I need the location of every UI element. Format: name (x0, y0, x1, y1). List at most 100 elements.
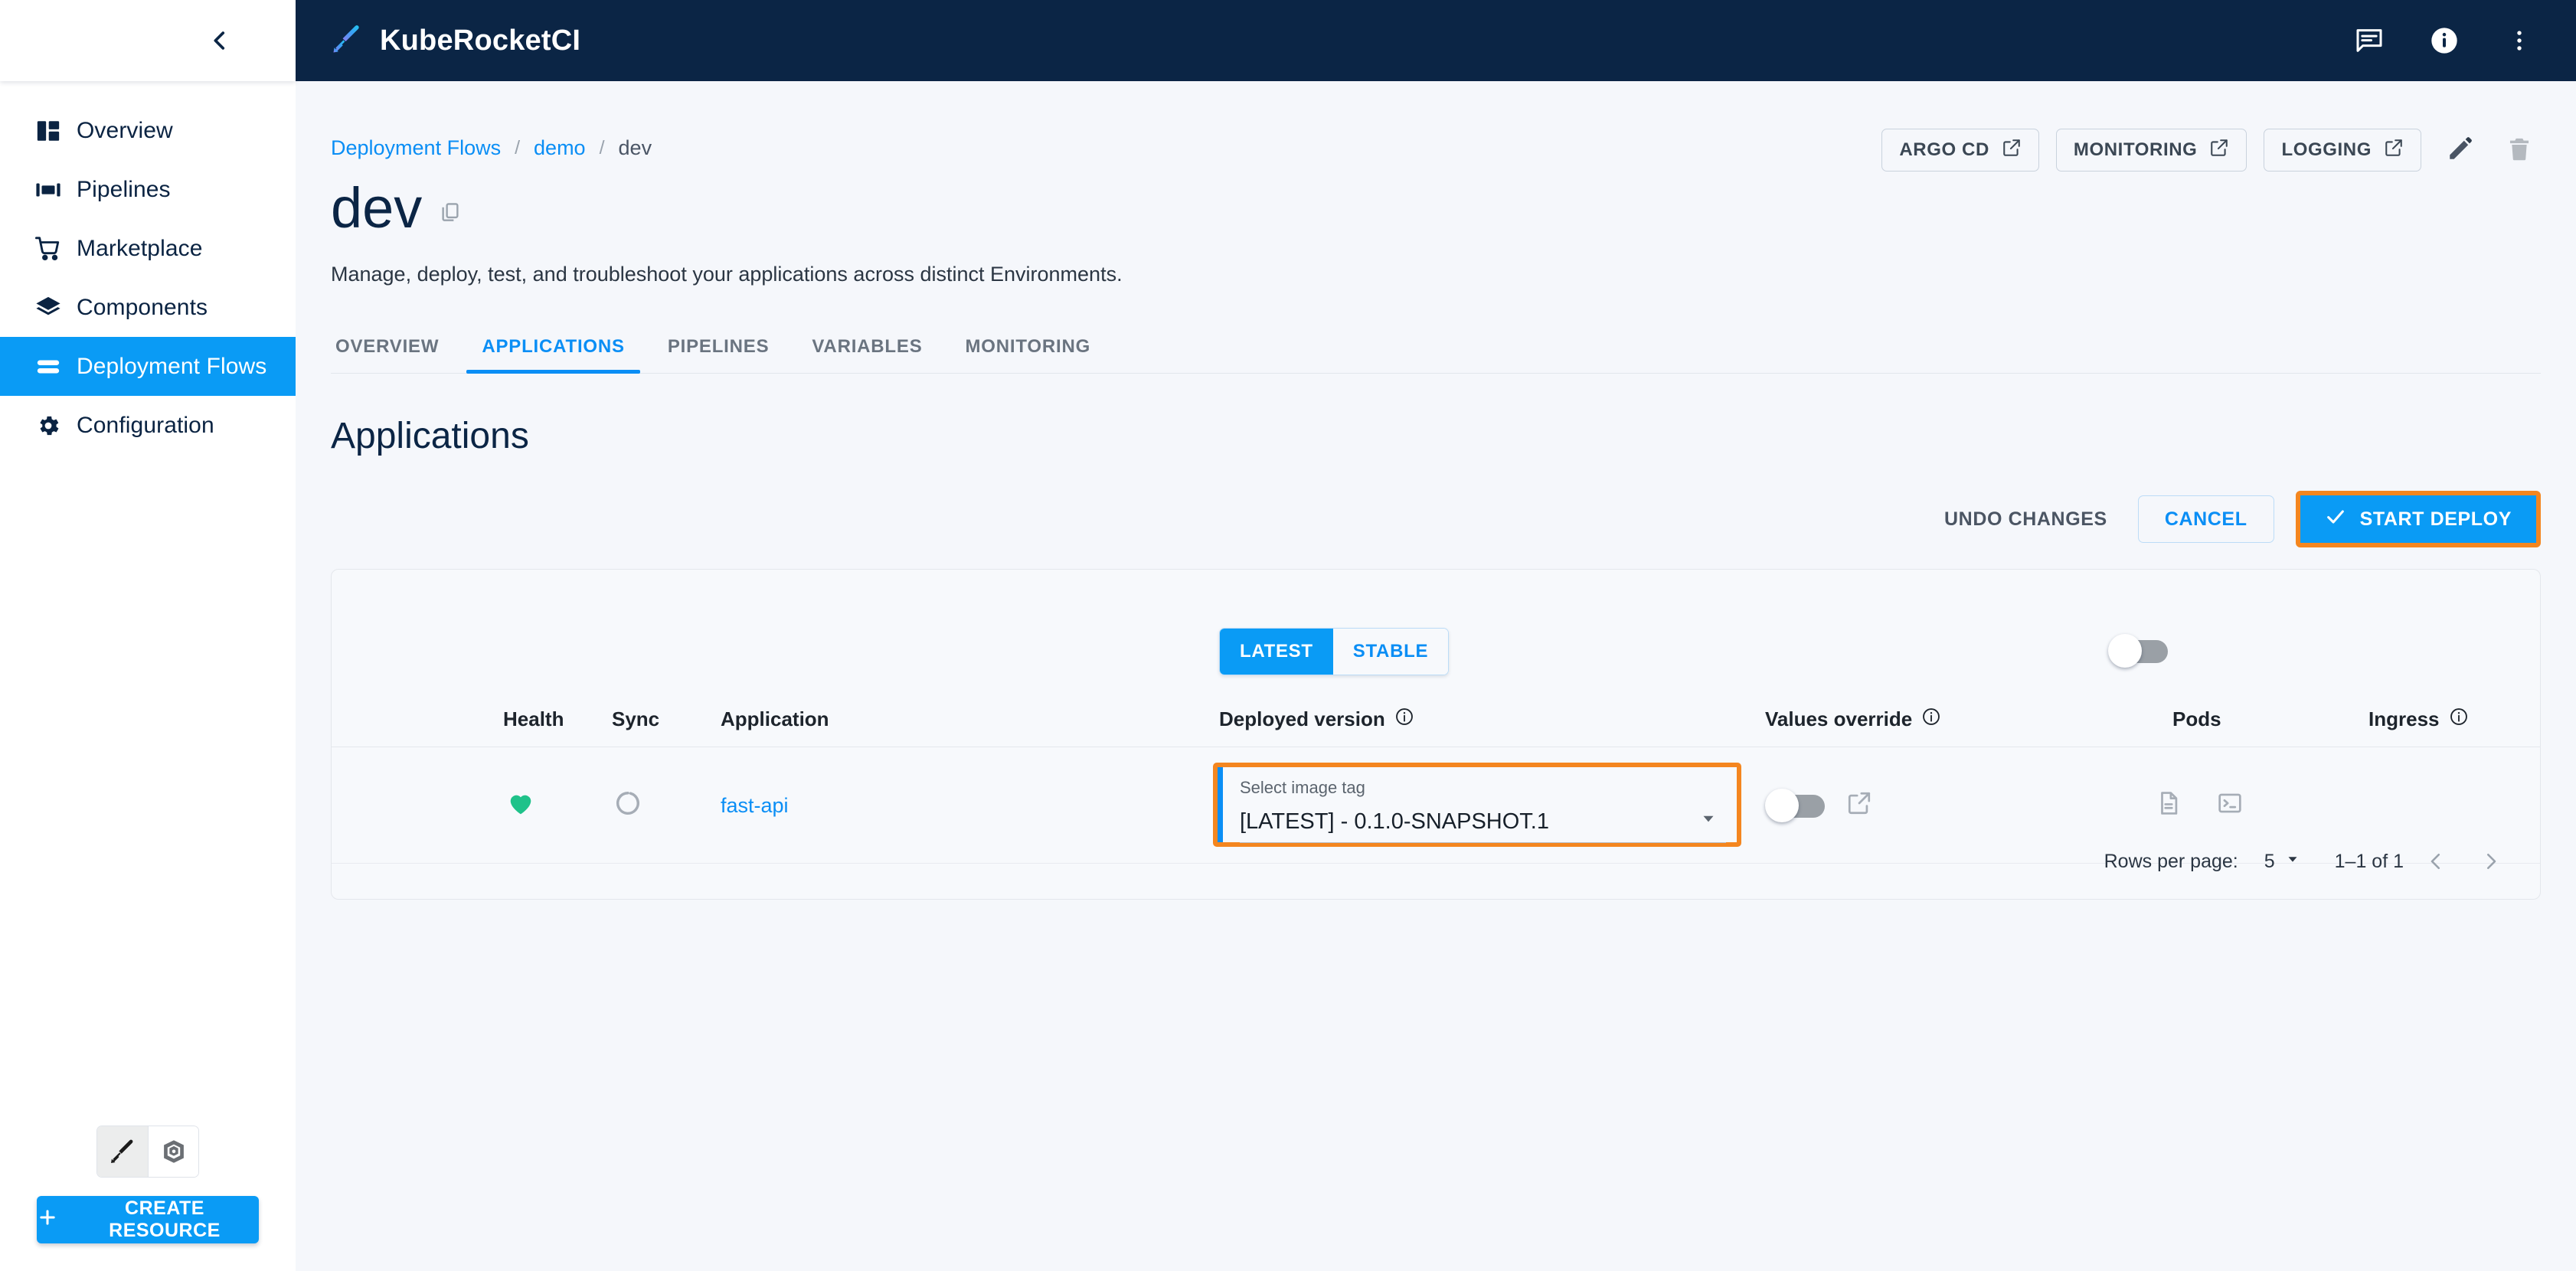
info-icon[interactable] (1394, 707, 1414, 732)
cell-sync (613, 747, 642, 864)
tab-applications[interactable]: APPLICATIONS (460, 336, 646, 374)
copy-icon[interactable] (439, 201, 462, 237)
page-subtitle: Manage, deploy, test, and troubleshoot y… (331, 263, 1123, 286)
layers-icon (20, 295, 77, 321)
breadcrumb-item-deployment-flows[interactable]: Deployment Flows (331, 136, 501, 160)
info-icon[interactable] (2423, 19, 2466, 62)
cell-application: fast-api (721, 747, 789, 864)
application-link-fast-api[interactable]: fast-api (721, 794, 789, 818)
image-tag-select-highlight: Select image tag [LATEST] - 0.1.0-SNAPSH… (1213, 763, 1741, 847)
breadcrumb-item-dev: dev (618, 136, 652, 159)
column-header-values-override-label: Values override (1765, 707, 1913, 730)
breadcrumb-separator: / (599, 137, 605, 158)
toggle-knob (1765, 789, 1799, 822)
start-deploy-label: START DEPLOY (2359, 508, 2512, 530)
dashboard-icon (20, 118, 77, 144)
brand[interactable]: KubeRocketCI (331, 23, 580, 59)
breadcrumb-item-demo[interactable]: demo (534, 136, 586, 160)
column-header-values-override: Values override (1765, 691, 1941, 747)
column-header-deployed-version-label: Deployed version (1219, 707, 1385, 730)
image-tag-select[interactable]: Select image tag [LATEST] - 0.1.0-SNAPSH… (1218, 767, 1737, 843)
tab-pipelines[interactable]: PIPELINES (646, 336, 791, 373)
sidebar-item-components[interactable]: Components (0, 278, 296, 337)
cancel-button[interactable]: CANCEL (2137, 495, 2274, 543)
undo-changes-button[interactable]: UNDO CHANGES (1935, 508, 2117, 531)
sidebar-header (0, 0, 296, 81)
topbar-icons (2348, 19, 2541, 62)
column-header-application: Application (721, 707, 829, 730)
sidebar: Overview Pipelines Marketplace Component… (0, 0, 296, 1271)
sidebar-item-deployment-flows[interactable]: Deployment Flows (0, 337, 296, 396)
info-icon[interactable] (2449, 707, 2469, 732)
gear-icon (20, 413, 77, 439)
sidebar-collapse-button[interactable] (198, 18, 242, 63)
image-tag-select-label: Select image tag (1240, 778, 1365, 797)
image-tag-select-value-row[interactable]: [LATEST] - 0.1.0-SNAPSHOT.1 (1240, 809, 1726, 843)
sidebar-item-label: Pipelines (77, 176, 171, 202)
delete-button[interactable] (2498, 129, 2541, 172)
column-header-ingress-label: Ingress (2368, 707, 2440, 730)
header-actions: ARGO CD MONITORING LOGGING (1881, 129, 2541, 172)
sidebar-item-label: Marketplace (77, 235, 203, 261)
version-mode-latest[interactable]: LATEST (1220, 629, 1333, 675)
toggle-switch[interactable] (2108, 634, 2168, 668)
version-mode-stable[interactable]: STABLE (1332, 629, 1449, 675)
page-title-row: dev (331, 180, 2541, 237)
applications-table-card: LATEST STABLE Health Sync Application De… (331, 569, 2541, 900)
start-deploy-highlight: START DEPLOY (2295, 491, 2541, 547)
pencil-icon (2447, 136, 2473, 165)
rows-per-page-value: 5 (2264, 850, 2275, 872)
plus-icon (37, 1207, 58, 1233)
krci-logo-icon[interactable] (97, 1126, 148, 1177)
more-vertical-icon[interactable] (2498, 19, 2541, 62)
rows-per-page-label: Rows per page: (2104, 850, 2238, 872)
sidebar-footer: CREATE RESOURCE (0, 1126, 296, 1271)
external-link-icon (2002, 138, 2022, 163)
values-override-row-toggle[interactable] (1765, 789, 1825, 822)
terminal-icon[interactable] (2217, 790, 2243, 822)
sync-circle-icon (613, 789, 642, 823)
section-title: Applications (331, 416, 529, 456)
argo-cd-label: ARGO CD (1899, 139, 1989, 160)
chevron-right-icon (2486, 853, 2496, 870)
rows-per-page-select[interactable]: 5 (2264, 851, 2301, 873)
monitoring-button[interactable]: MONITORING (2055, 129, 2247, 172)
table-controls: LATEST STABLE (332, 570, 2540, 691)
kubernetes-logo-icon[interactable] (148, 1126, 198, 1177)
document-icon[interactable] (2156, 790, 2182, 822)
cluster-switch (96, 1126, 199, 1178)
external-link-icon (2384, 138, 2404, 163)
start-deploy-button[interactable]: START DEPLOY (2300, 495, 2536, 543)
column-header-sync: Sync (612, 707, 660, 730)
check-icon (2325, 506, 2346, 533)
info-icon[interactable] (1921, 707, 1941, 732)
argo-cd-button[interactable]: ARGO CD (1881, 129, 2039, 172)
tab-overview[interactable]: OVERVIEW (331, 336, 460, 373)
sidebar-nav: Overview Pipelines Marketplace Component… (0, 81, 296, 1126)
column-header-pods: Pods (2172, 707, 2221, 730)
tab-monitoring[interactable]: MONITORING (944, 336, 1113, 373)
sidebar-item-marketplace[interactable]: Marketplace (0, 219, 296, 278)
pagination: Rows per page: 5 1–1 of 1 (2104, 835, 2514, 888)
tab-variables[interactable]: VARIABLES (790, 336, 943, 373)
create-resource-button[interactable]: CREATE RESOURCE (37, 1196, 259, 1243)
tabs: OVERVIEW APPLICATIONS PIPELINES VARIABLE… (331, 323, 2541, 374)
values-override-external-link-icon[interactable] (1846, 790, 1872, 822)
pagination-next-button[interactable] (2468, 838, 2514, 884)
sidebar-item-label: Configuration (77, 412, 214, 438)
version-mode-toggle: LATEST STABLE (1219, 628, 1450, 675)
pagination-prev-button[interactable] (2413, 838, 2459, 884)
edit-button[interactable] (2438, 129, 2481, 172)
chevron-left-icon (2431, 853, 2440, 870)
pipelines-icon (20, 177, 77, 203)
sidebar-item-pipelines[interactable]: Pipelines (0, 160, 296, 219)
sidebar-item-configuration[interactable]: Configuration (0, 396, 296, 455)
feedback-icon[interactable] (2348, 19, 2391, 62)
column-header-health: Health (503, 707, 564, 730)
monitoring-label: MONITORING (2073, 139, 2198, 160)
logging-button[interactable]: LOGGING (2264, 129, 2421, 172)
sidebar-item-overview[interactable]: Overview (0, 101, 296, 160)
values-override-master-toggle[interactable] (2108, 634, 2168, 671)
trash-icon (2506, 136, 2532, 165)
main-content: Deployment Flows / demo / dev dev Manage… (296, 81, 2576, 1271)
